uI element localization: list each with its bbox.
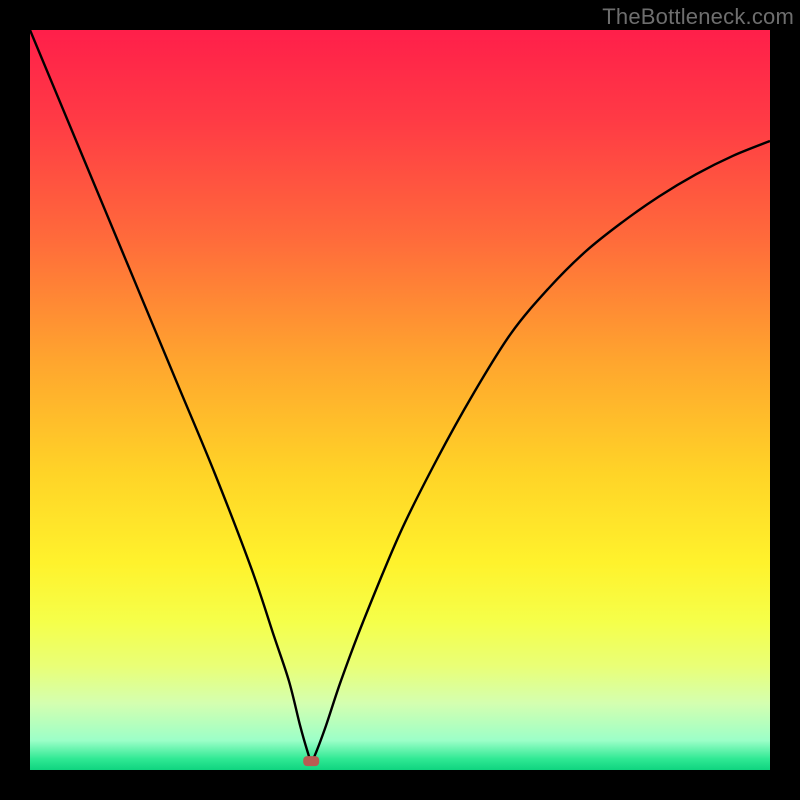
gradient-rect xyxy=(30,30,770,770)
minimum-marker xyxy=(303,756,319,766)
chart-stage: TheBottleneck.com xyxy=(0,0,800,800)
plot-area xyxy=(30,30,770,770)
plot-svg xyxy=(30,30,770,770)
watermark-text: TheBottleneck.com xyxy=(602,4,794,30)
